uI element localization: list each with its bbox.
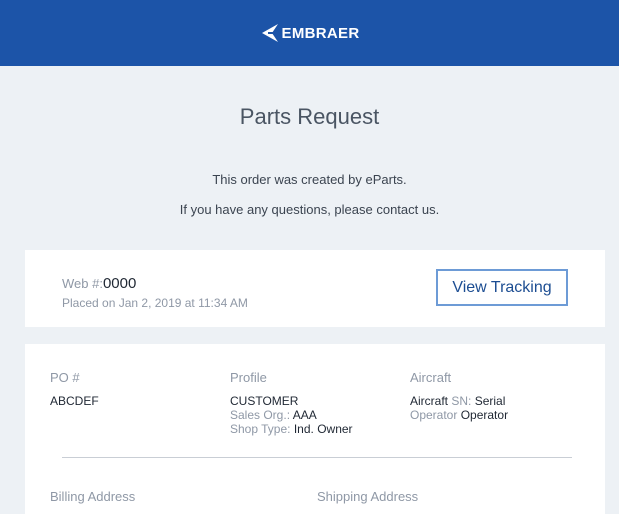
embraer-logo: EMBRAER	[260, 24, 360, 42]
shipping-address-heading: Shipping Address	[317, 489, 419, 504]
intro-line-2: If you have any questions, please contac…	[179, 202, 440, 217]
shop-type-line: Shop Type: Ind. Owner	[230, 422, 353, 436]
aircraft-column: Aircraft Aircraft SN: Serial Operator Op…	[410, 370, 508, 423]
view-tracking-button[interactable]: View Tracking	[436, 269, 568, 306]
airplane-logo-icon	[261, 24, 280, 42]
operator-line: Operator Operator	[410, 408, 508, 422]
sales-org-label: Sales Org.:	[230, 408, 291, 422]
profile-name: CUSTOMER	[230, 394, 299, 408]
section-divider	[62, 457, 572, 458]
web-number-line: Web #:0000	[62, 275, 136, 292]
sn-value: Serial	[474, 394, 506, 408]
po-value: ABCDEF	[50, 394, 99, 408]
web-number-value: 0000	[102, 275, 137, 292]
sales-org-value: AAA	[292, 408, 317, 422]
placed-date: Placed on Jan 2, 2019 at 11:34 AM	[62, 296, 248, 310]
po-heading: PO #	[50, 370, 80, 385]
profile-column: Profile CUSTOMER Sales Org.: AAA Shop Ty…	[230, 370, 353, 437]
brand-name: EMBRAER	[281, 24, 360, 42]
sn-label: SN:	[451, 394, 472, 408]
page-title: Parts Request	[239, 104, 380, 129]
intro-line-1: This order was created by eParts.	[212, 172, 407, 187]
sales-org-line: Sales Org.: AAA	[230, 408, 353, 422]
web-number-label: Web #:	[62, 276, 103, 291]
aircraft-label: Aircraft	[410, 394, 449, 408]
billing-address-heading: Billing Address	[50, 489, 136, 504]
shop-type-label: Shop Type:	[230, 422, 291, 436]
profile-heading: Profile	[230, 370, 267, 385]
order-details-card: PO # ABCDEF Profile CUSTOMER Sales Org.:…	[25, 344, 605, 514]
order-summary-card: Web #:0000 Placed on Jan 2, 2019 at 11:3…	[25, 250, 605, 327]
email-header: EMBRAER	[0, 0, 619, 66]
po-column: PO # ABCDEF	[50, 370, 99, 409]
operator-label: Operator	[410, 408, 458, 422]
aircraft-heading: Aircraft	[410, 370, 452, 385]
aircraft-line: Aircraft SN: Serial	[410, 394, 508, 408]
operator-value: Operator	[460, 408, 509, 422]
shop-type-value: Ind. Owner	[293, 422, 353, 436]
